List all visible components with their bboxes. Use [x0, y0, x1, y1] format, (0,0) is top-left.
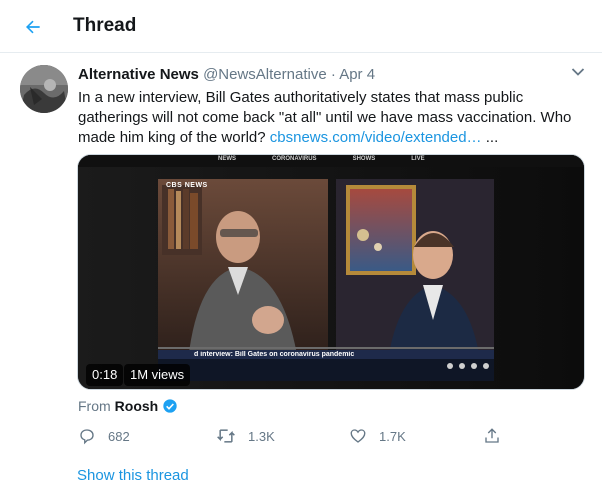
verified-badge-icon	[163, 399, 177, 413]
network-logo: CBS NEWS	[166, 182, 208, 189]
video-nav-coronavirus: CORONAVIRUS	[272, 156, 317, 162]
share-icon	[485, 428, 499, 443]
share-button[interactable]	[483, 426, 501, 446]
like-count: 1.7K	[379, 428, 406, 444]
reply-count: 682	[108, 428, 130, 444]
heart-icon	[350, 429, 366, 443]
tweet-meta: Alternative News @NewsAlternative · Apr …	[78, 66, 375, 83]
tweet-link[interactable]: cbsnews.com/video/extended…	[270, 129, 482, 146]
avatar-image	[20, 65, 68, 113]
reply-button[interactable]: 682	[78, 426, 130, 446]
tweet-ellipsis: ...	[485, 129, 499, 146]
retweet-count: 1.3K	[248, 428, 275, 444]
like-button[interactable]: 1.7K	[349, 426, 406, 446]
video-player[interactable]: CBS NEWS d interview: Bill Gates on coro…	[77, 154, 585, 390]
reply-icon	[80, 429, 94, 445]
back-button[interactable]	[20, 14, 46, 40]
show-thread-link[interactable]: Show this thread	[77, 467, 189, 484]
video-duration: 0:18	[86, 364, 124, 386]
chevron-down-icon	[571, 68, 585, 76]
tweet-menu-button[interactable]	[568, 64, 588, 80]
retweet-button[interactable]: 1.3K	[216, 426, 275, 446]
author-handle[interactable]: @NewsAlternative	[203, 66, 327, 83]
avatar[interactable]	[20, 65, 68, 113]
from-attribution: From Roosh	[78, 398, 178, 414]
thread-header: Thread	[0, 0, 602, 53]
tweet-text: In a new interview, Bill Gates authorita…	[78, 88, 588, 148]
arrow-left-icon	[26, 20, 40, 34]
retweet-icon	[217, 429, 235, 443]
video-nav-news: NEWS	[218, 156, 236, 162]
author-name[interactable]: Alternative News	[78, 66, 199, 83]
tweet-date[interactable]: Apr 4	[339, 66, 375, 83]
meta-separator: ·	[330, 66, 336, 83]
video-views: 1M views	[124, 364, 191, 386]
video-nav-live: LIVE	[411, 156, 425, 162]
from-label: From	[78, 398, 111, 414]
from-name[interactable]: Roosh	[115, 398, 159, 414]
page-title: Thread	[73, 15, 137, 36]
video-nav-shows: SHOWS	[352, 156, 376, 162]
video-nav: NEWS CORONAVIRUS SHOWS LIVE	[218, 156, 425, 162]
video-caption-headline: d interview: Bill Gates on coronavirus p…	[194, 351, 355, 358]
